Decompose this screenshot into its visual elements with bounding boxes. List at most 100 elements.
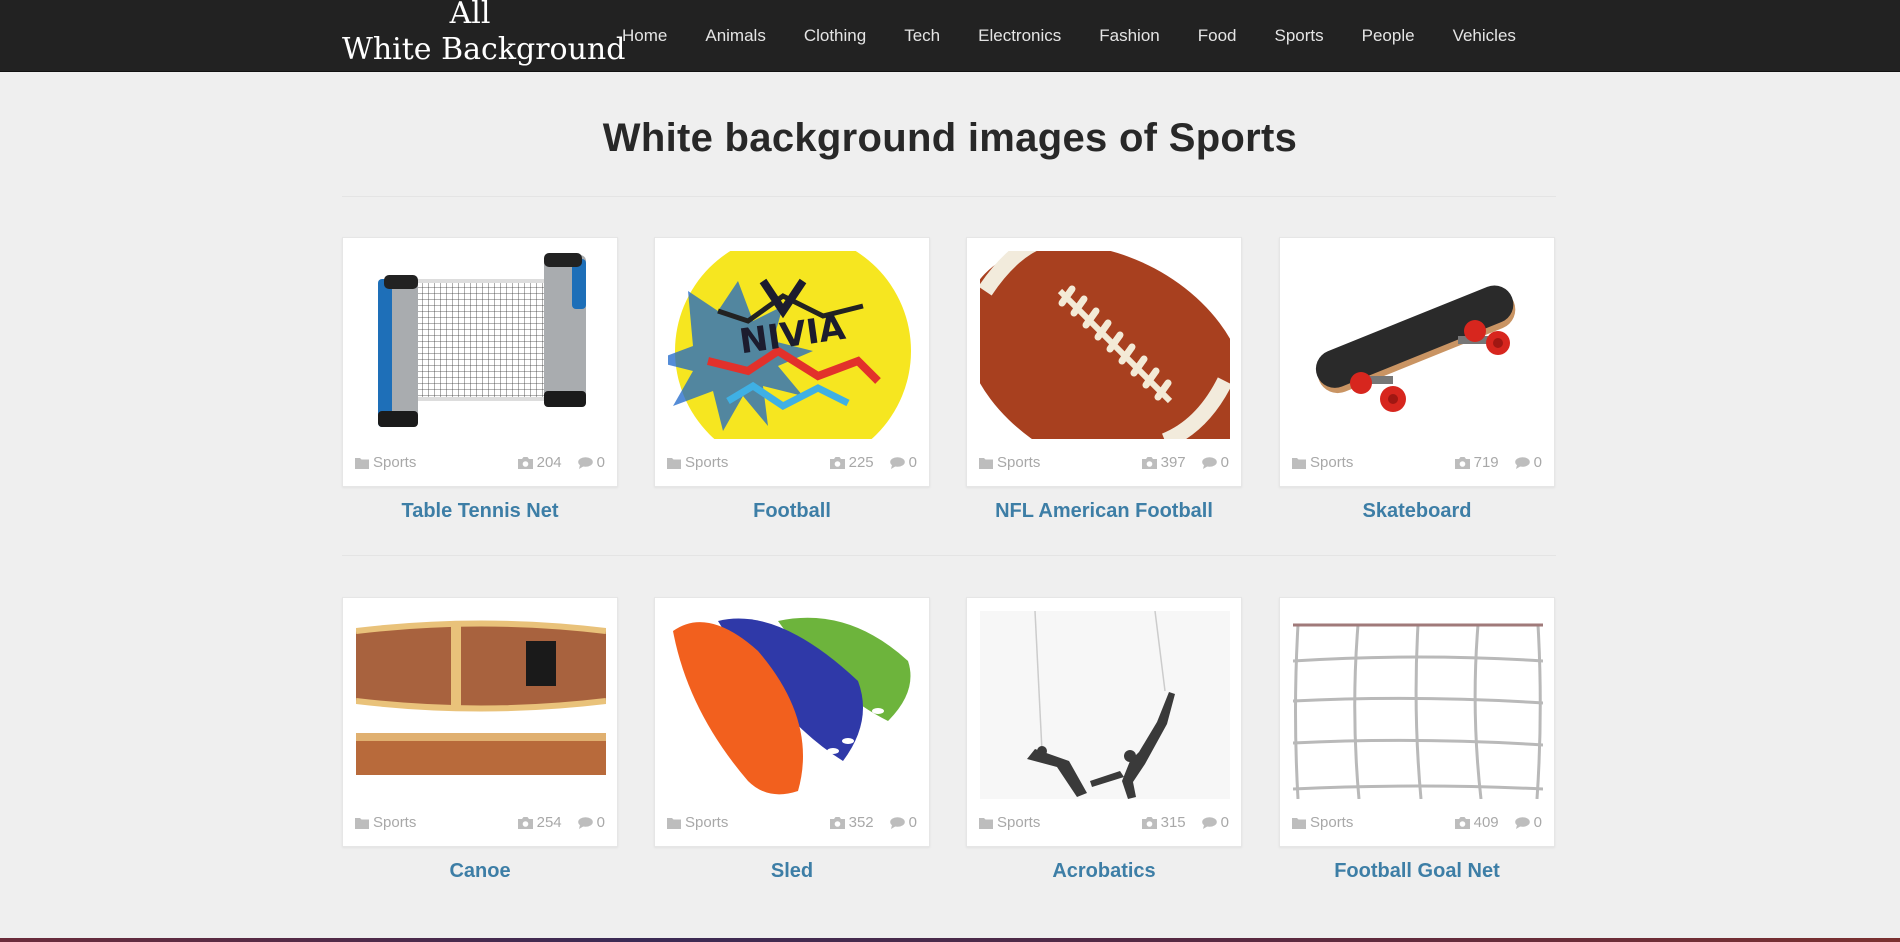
- camera-icon: [829, 816, 845, 829]
- card-stats: 315 0: [1141, 814, 1229, 831]
- card-title-football[interactable]: Football: [654, 500, 930, 523]
- comment-count: 0: [908, 814, 917, 831]
- image-card-skateboard[interactable]: Sports 719 0: [1279, 237, 1555, 487]
- camera-icon: [1141, 456, 1157, 469]
- card-meta: Sports 397 0: [979, 454, 1229, 474]
- card-category[interactable]: Sports: [979, 814, 1040, 831]
- card-meta: Sports 254 0: [355, 814, 605, 834]
- image-card-table-tennis-net[interactable]: Sports 204 0: [342, 237, 618, 487]
- card-title-football-goal-net[interactable]: Football Goal Net: [1279, 860, 1555, 883]
- card-category[interactable]: Sports: [355, 454, 416, 471]
- folder-icon: [1292, 457, 1306, 469]
- camera-icon: [1454, 816, 1470, 829]
- photo-count: 225: [848, 454, 874, 471]
- footer-edge: [0, 938, 1900, 942]
- card-title-table-tennis-net[interactable]: Table Tennis Net: [342, 500, 618, 523]
- nav-item-electronics[interactable]: Electronics: [959, 0, 1080, 72]
- camera-icon: [829, 456, 845, 469]
- camera-icon: [517, 816, 533, 829]
- page-title: White background images of Sports: [602, 116, 1298, 160]
- thumbnail-nfl-american-football[interactable]: [980, 251, 1230, 439]
- photo-count: 397: [1160, 454, 1186, 471]
- card-category[interactable]: Sports: [355, 814, 416, 831]
- top-navbar: All White Background Home Animals Clothi…: [0, 0, 1900, 72]
- folder-icon: [979, 457, 993, 469]
- nav-item-sports[interactable]: Sports: [1256, 0, 1343, 72]
- nav-item-vehicles[interactable]: Vehicles: [1434, 0, 1535, 72]
- divider: [342, 555, 1556, 556]
- card-title-acrobatics[interactable]: Acrobatics: [966, 860, 1242, 883]
- nav-item-fashion[interactable]: Fashion: [1080, 0, 1178, 72]
- card-stats: 352 0: [829, 814, 917, 831]
- card-title-nfl-american-football[interactable]: NFL American Football: [966, 500, 1242, 523]
- thumbnail-sled[interactable]: [668, 611, 918, 799]
- photo-count: 315: [1160, 814, 1186, 831]
- card-category[interactable]: Sports: [667, 454, 728, 471]
- photo-count: 352: [848, 814, 874, 831]
- thumbnail-skateboard[interactable]: [1293, 251, 1543, 439]
- comment-icon: [1201, 816, 1217, 829]
- folder-icon: [667, 817, 681, 829]
- comment-icon: [889, 456, 905, 469]
- nav-item-animals[interactable]: Animals: [686, 0, 784, 72]
- comment-icon: [577, 816, 593, 829]
- comment-count: 0: [596, 454, 605, 471]
- card-meta: Sports 409 0: [1292, 814, 1542, 834]
- thumbnail-acrobatics[interactable]: [980, 611, 1230, 799]
- card-stats: 397 0: [1141, 454, 1229, 471]
- card-meta: Sports 315 0: [979, 814, 1229, 834]
- card-stats: 225 0: [829, 454, 917, 471]
- site-logo[interactable]: All White Background: [342, 0, 626, 68]
- camera-icon: [517, 456, 533, 469]
- card-category[interactable]: Sports: [667, 814, 728, 831]
- comment-icon: [889, 816, 905, 829]
- comment-icon: [1201, 456, 1217, 469]
- logo-line-2: White Background: [342, 32, 626, 67]
- card-title-sled[interactable]: Sled: [654, 860, 930, 883]
- comment-count: 0: [596, 814, 605, 831]
- card-stats: 409 0: [1454, 814, 1542, 831]
- card-title-canoe[interactable]: Canoe: [342, 860, 618, 883]
- comment-count: 0: [1533, 814, 1542, 831]
- folder-icon: [355, 817, 369, 829]
- card-meta: Sports 204 0: [355, 454, 605, 474]
- photo-count: 204: [536, 454, 562, 471]
- folder-icon: [979, 817, 993, 829]
- card-category[interactable]: Sports: [979, 454, 1040, 471]
- comment-count: 0: [1220, 814, 1229, 831]
- thumbnail-table-tennis-net[interactable]: [356, 251, 606, 439]
- comment-count: 0: [1220, 454, 1229, 471]
- nav-item-clothing[interactable]: Clothing: [785, 0, 885, 72]
- card-title-skateboard[interactable]: Skateboard: [1279, 500, 1555, 523]
- comment-count: 0: [908, 454, 917, 471]
- nav-item-people[interactable]: People: [1343, 0, 1434, 72]
- main-nav: Home Animals Clothing Tech Electronics F…: [603, 0, 1535, 72]
- nav-item-tech[interactable]: Tech: [885, 0, 959, 72]
- image-card-football[interactable]: NIVIA Sports 225 0: [654, 237, 930, 487]
- card-category[interactable]: Sports: [1292, 454, 1353, 471]
- nav-item-home[interactable]: Home: [603, 0, 686, 72]
- camera-icon: [1141, 816, 1157, 829]
- thumbnail-football[interactable]: NIVIA: [668, 251, 918, 439]
- thumbnail-football-goal-net[interactable]: [1293, 611, 1543, 799]
- card-stats: 719 0: [1454, 454, 1542, 471]
- folder-icon: [355, 457, 369, 469]
- comment-icon: [1514, 456, 1530, 469]
- nav-item-food[interactable]: Food: [1179, 0, 1256, 72]
- photo-count: 719: [1473, 454, 1499, 471]
- photo-count: 409: [1473, 814, 1499, 831]
- comment-icon: [577, 456, 593, 469]
- card-category[interactable]: Sports: [1292, 814, 1353, 831]
- thumbnail-canoe[interactable]: [356, 611, 606, 799]
- folder-icon: [667, 457, 681, 469]
- logo-line-1: All: [449, 0, 491, 31]
- camera-icon: [1454, 456, 1470, 469]
- card-stats: 204 0: [517, 454, 605, 471]
- image-card-acrobatics[interactable]: Sports 315 0: [966, 597, 1242, 847]
- folder-icon: [1292, 817, 1306, 829]
- image-card-sled[interactable]: Sports 352 0: [654, 597, 930, 847]
- image-card-football-goal-net[interactable]: Sports 409 0: [1279, 597, 1555, 847]
- comment-count: 0: [1533, 454, 1542, 471]
- image-card-canoe[interactable]: Sports 254 0: [342, 597, 618, 847]
- image-card-nfl-american-football[interactable]: Sports 397 0: [966, 237, 1242, 487]
